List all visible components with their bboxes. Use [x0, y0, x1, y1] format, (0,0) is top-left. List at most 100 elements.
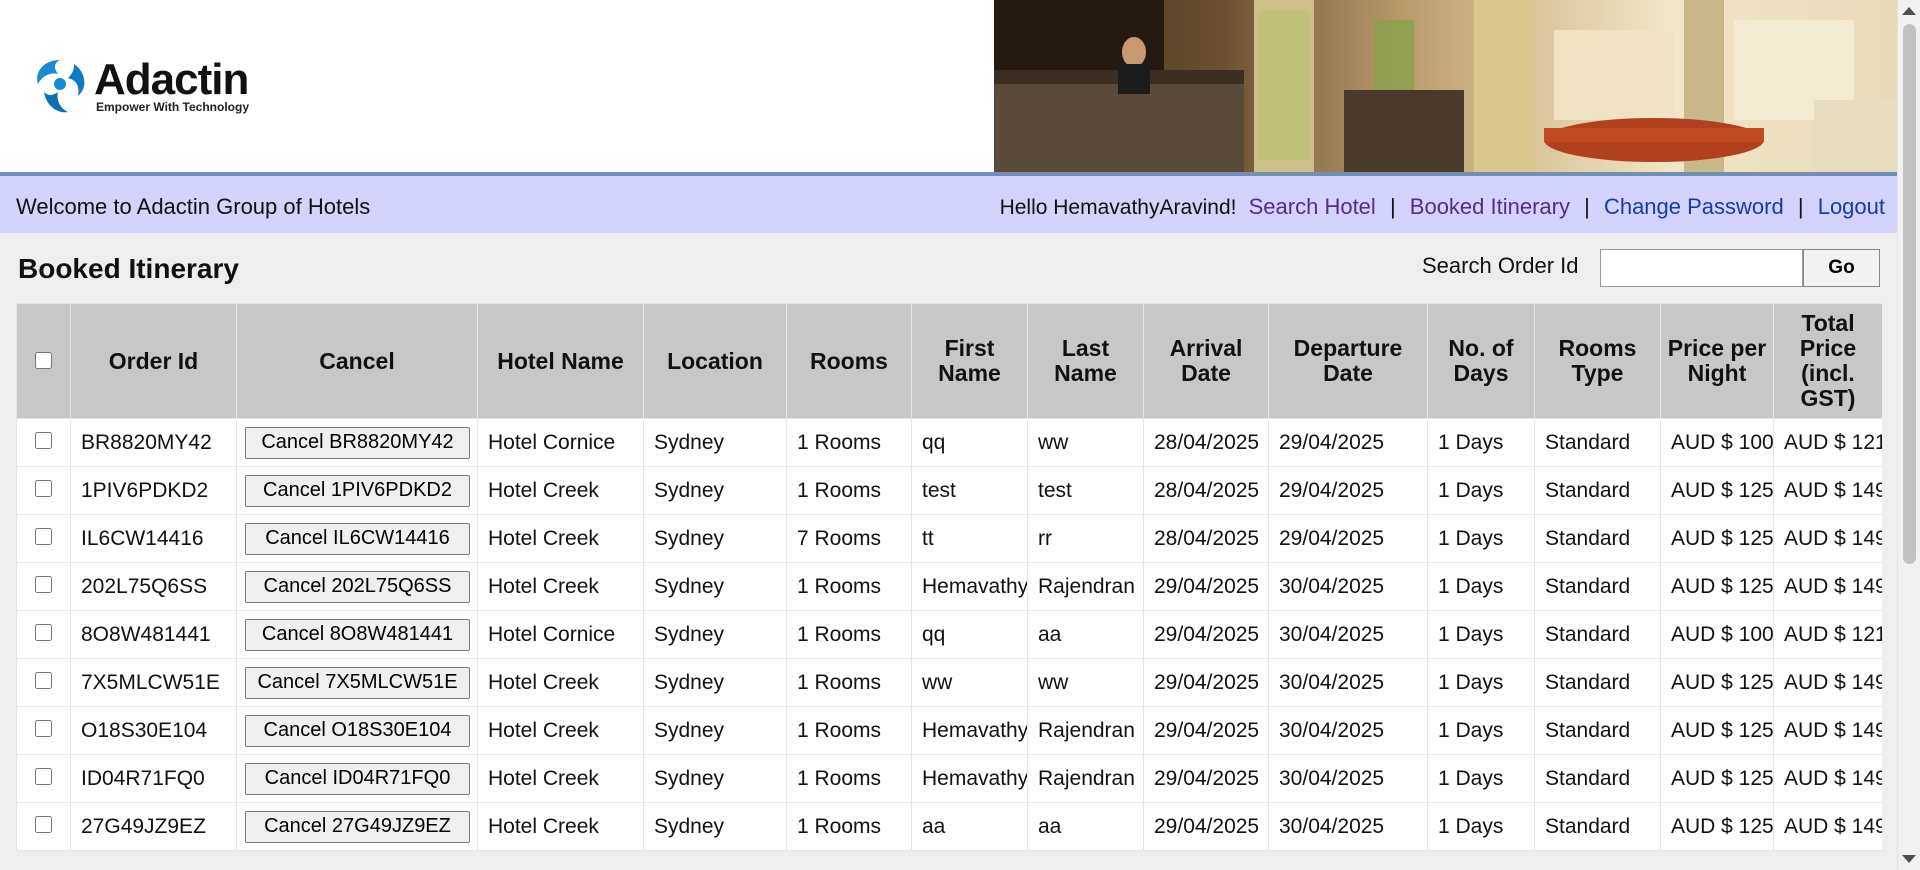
row-select-checkbox[interactable]	[35, 431, 52, 449]
cancel-order-button[interactable]: Cancel BR8820MY42	[245, 426, 470, 459]
go-button[interactable]: Go	[1803, 249, 1880, 287]
first-name-cell: test	[911, 466, 1028, 515]
nav-separator: |	[1797, 194, 1804, 219]
first-name-cell: qq	[911, 610, 1028, 659]
arrival-date-cell: 29/04/2025	[1143, 658, 1269, 707]
table-row: ID04R71FQ0 Cancel ID04R71FQ0 Hotel Creek Sy…	[16, 754, 1882, 803]
cancel-cell: Cancel O18S30E104	[236, 706, 478, 755]
cancel-order-button[interactable]: Cancel 8O8W481441	[245, 618, 470, 651]
row-select-checkbox[interactable]	[35, 719, 52, 737]
booked-itinerary-link[interactable]: Booked Itinerary	[1410, 194, 1570, 219]
column-header: Last Name	[1027, 303, 1144, 419]
row-select-checkbox[interactable]	[35, 815, 52, 833]
first-name-cell: Hemavathy	[911, 754, 1028, 803]
price-per-night-cell: AUD $ 125	[1660, 466, 1774, 515]
table-row: 1PIV6PDKD2 Cancel 1PIV6PDKD2 Hotel Creek Sy…	[16, 466, 1882, 515]
hotel-name-cell: Hotel Creek	[477, 754, 644, 803]
arrival-date-cell: 28/04/2025	[1143, 466, 1269, 515]
departure-date-cell: 29/04/2025	[1268, 514, 1428, 563]
hotel-name-cell: Hotel Creek	[477, 466, 644, 515]
cancel-order-button[interactable]: Cancel 27G49JZ9EZ	[245, 810, 470, 843]
cancel-order-button[interactable]: Cancel 202L75Q6SS	[245, 570, 470, 603]
last-name-cell: aa	[1027, 802, 1144, 851]
price-per-night-cell: AUD $ 125	[1660, 706, 1774, 755]
row-select-checkbox[interactable]	[35, 767, 52, 785]
banner-image	[994, 0, 1897, 172]
cancel-cell: Cancel IL6CW14416	[236, 514, 478, 563]
hotel-name-cell: Hotel Cornice	[477, 610, 644, 659]
order-id-cell: IL6CW14416	[70, 514, 237, 563]
cancel-cell: Cancel 202L75Q6SS	[236, 562, 478, 611]
logout-link[interactable]: Logout	[1818, 194, 1885, 219]
location-cell: Sydney	[643, 610, 787, 659]
hotel-name-cell: Hotel Creek	[477, 514, 644, 563]
row-select-checkbox[interactable]	[35, 479, 52, 497]
cancel-order-button[interactable]: Cancel IL6CW14416	[245, 522, 470, 555]
change-password-link[interactable]: Change Password	[1604, 194, 1784, 219]
price-per-night-cell: AUD $ 125	[1660, 754, 1774, 803]
search-order-input[interactable]	[1600, 249, 1803, 287]
itinerary-table-body: BR8820MY42 Cancel BR8820MY42 Hotel Cornice…	[16, 418, 1882, 851]
order-id-cell: 202L75Q6SS	[70, 562, 237, 611]
column-header: Hotel Name	[477, 303, 644, 419]
adactin-swirl-icon	[37, 60, 85, 113]
first-name-cell: ww	[911, 658, 1028, 707]
row-select-checkbox[interactable]	[35, 623, 52, 641]
select-cell	[16, 562, 71, 611]
total-price-cell: AUD $ 149	[1773, 658, 1882, 707]
arrival-date-cell: 29/04/2025	[1143, 610, 1269, 659]
itinerary-table: Order Id Cancel Hotel Name Location Room…	[16, 303, 1882, 851]
cancel-order-button[interactable]: Cancel 1PIV6PDKD2	[245, 474, 470, 507]
order-id-cell: 27G49JZ9EZ	[70, 802, 237, 851]
table-row: 27G49JZ9EZ Cancel 27G49JZ9EZ Hotel Creek Sy…	[16, 802, 1882, 851]
logo-tagline: Empower With Technology	[96, 100, 250, 114]
total-price-cell: AUD $ 121	[1773, 418, 1882, 467]
rooms-cell: 1 Rooms	[786, 802, 912, 851]
order-id-cell: 8O8W481441	[70, 610, 237, 659]
scroll-up-icon[interactable]	[1902, 7, 1916, 15]
departure-date-cell: 30/04/2025	[1268, 754, 1428, 803]
cancel-cell: Cancel 1PIV6PDKD2	[236, 466, 478, 515]
cancel-order-button[interactable]: Cancel 7X5MLCW51E	[245, 666, 470, 699]
row-select-checkbox[interactable]	[35, 575, 52, 593]
search-hotel-link[interactable]: Search Hotel	[1249, 194, 1376, 219]
column-header: First Name	[911, 303, 1028, 419]
rooms-cell: 1 Rooms	[786, 658, 912, 707]
column-header: Departure Date	[1268, 303, 1428, 419]
column-header: Location	[643, 303, 787, 419]
select-cell	[16, 514, 71, 563]
first-name-cell: tt	[911, 514, 1028, 563]
rooms-cell: 1 Rooms	[786, 562, 912, 611]
scroll-down-icon[interactable]	[1902, 855, 1916, 863]
cancel-cell: Cancel BR8820MY42	[236, 418, 478, 467]
scroll-thumb[interactable]	[1903, 24, 1916, 564]
arrival-date-cell: 28/04/2025	[1143, 418, 1269, 467]
column-header: Arrival Date	[1143, 303, 1269, 419]
row-select-checkbox[interactable]	[35, 671, 52, 689]
total-price-cell: AUD $ 149	[1773, 706, 1882, 755]
location-cell: Sydney	[643, 802, 787, 851]
total-price-cell: AUD $ 149	[1773, 802, 1882, 851]
cancel-order-button[interactable]: Cancel O18S30E104	[245, 714, 470, 747]
vertical-scrollbar[interactable]	[1897, 0, 1920, 870]
row-select-checkbox[interactable]	[35, 527, 52, 545]
arrival-date-cell: 28/04/2025	[1143, 514, 1269, 563]
table-row: 7X5MLCW51E Cancel 7X5MLCW51E Hotel Creek Sy…	[16, 658, 1882, 707]
arrival-date-cell: 29/04/2025	[1143, 706, 1269, 755]
location-cell: Sydney	[643, 562, 787, 611]
column-header: Rooms Type	[1534, 303, 1661, 419]
cancel-order-button[interactable]: Cancel ID04R71FQ0	[245, 762, 470, 795]
select-all-checkbox[interactable]	[35, 351, 52, 369]
room-type-cell: Standard	[1534, 514, 1661, 563]
price-per-night-cell: AUD $ 125	[1660, 562, 1774, 611]
departure-date-cell: 30/04/2025	[1268, 610, 1428, 659]
price-per-night-cell: AUD $ 125	[1660, 802, 1774, 851]
table-row: O18S30E104 Cancel O18S30E104 Hotel Creek Sy…	[16, 706, 1882, 755]
price-per-night-cell: AUD $ 100	[1660, 610, 1774, 659]
days-cell: 1 Days	[1427, 418, 1535, 467]
location-cell: Sydney	[643, 706, 787, 755]
room-type-cell: Standard	[1534, 706, 1661, 755]
select-cell	[16, 466, 71, 515]
location-cell: Sydney	[643, 466, 787, 515]
rooms-cell: 1 Rooms	[786, 706, 912, 755]
